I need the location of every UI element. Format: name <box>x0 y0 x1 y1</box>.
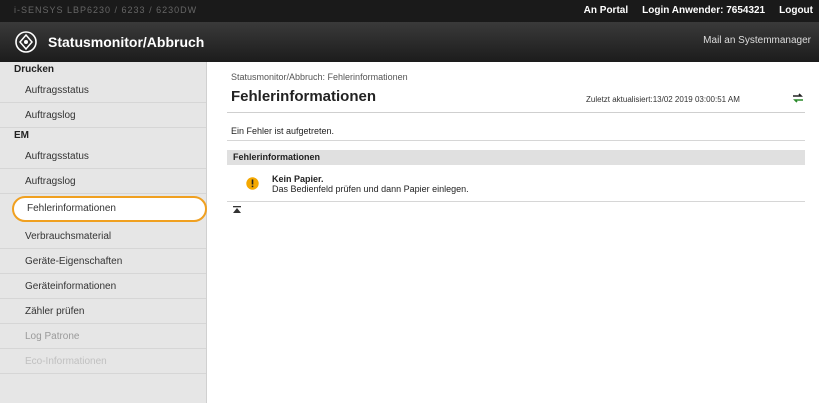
sidebar-item-eco-info[interactable]: Eco-Informationen <box>0 349 206 374</box>
sidebar-item-job-status[interactable]: Auftragsstatus <box>0 144 206 169</box>
logout-link[interactable]: Logout <box>779 5 813 16</box>
top-bar: i-SENSYS LBP6230 / 6233 / 6230DW An Port… <box>0 0 819 22</box>
sidebar-item-job-log[interactable]: Auftragslog <box>0 169 206 194</box>
error-info-section-header: Fehlerinformationen <box>227 150 805 165</box>
title-bar: Statusmonitor/Abbruch Mail an Systemmana… <box>0 22 819 62</box>
page-title: Fehlerinformationen <box>231 88 377 105</box>
sidebar-item-check-counter[interactable]: Zähler prüfen <box>0 299 206 324</box>
sidebar-item-error-info[interactable]: Fehlerinformationen <box>12 196 207 222</box>
scroll-to-top-icon[interactable] <box>232 205 242 215</box>
app-title: Statusmonitor/Abbruch <box>48 34 205 50</box>
sidebar-item-consumables[interactable]: Verbrauchsmaterial <box>0 224 206 249</box>
sidebar-item-print-job-log[interactable]: Auftragslog <box>0 103 206 128</box>
sidebar-item-cartridge-log[interactable]: Log Patrone <box>0 324 206 349</box>
warning-icon <box>246 177 259 190</box>
refresh-icon[interactable] <box>791 91 805 105</box>
error-title: Kein Papier. <box>272 174 324 184</box>
sidebar-section-drucken: Drucken <box>14 64 55 75</box>
error-occurred-message: Ein Fehler ist aufgetreten. <box>231 126 335 136</box>
breadcrumb: Statusmonitor/Abbruch: Fehlerinformation… <box>231 72 408 82</box>
last-updated-text: Zuletzt aktualisiert:13/02 2019 03:00:51… <box>586 95 740 104</box>
top-links: An Portal Login Anwender: 7654321 Logout <box>584 5 813 16</box>
divider <box>227 140 805 141</box>
sidebar-section-em: EM <box>14 130 29 141</box>
portal-link[interactable]: An Portal <box>584 5 628 16</box>
sidebar-item-device-features[interactable]: Geräte-Eigenschaften <box>0 249 206 274</box>
error-detail: Das Bedienfeld prüfen und dann Papier ei… <box>272 184 469 194</box>
sidebar-item-device-info[interactable]: Geräteinformationen <box>0 274 206 299</box>
divider <box>227 112 805 113</box>
login-user-label: Login Anwender: 7654321 <box>642 5 766 16</box>
status-monitor-icon <box>15 31 37 53</box>
sidebar-item-print-job-status[interactable]: Auftragsstatus <box>0 78 206 103</box>
device-name: i-SENSYS LBP6230 / 6233 / 6230DW <box>14 5 198 15</box>
sidebar: Drucken Auftragsstatus Auftragslog EM Au… <box>0 62 207 403</box>
mail-to-admin-link[interactable]: Mail an Systemmanager <box>703 35 811 46</box>
divider <box>227 201 805 202</box>
